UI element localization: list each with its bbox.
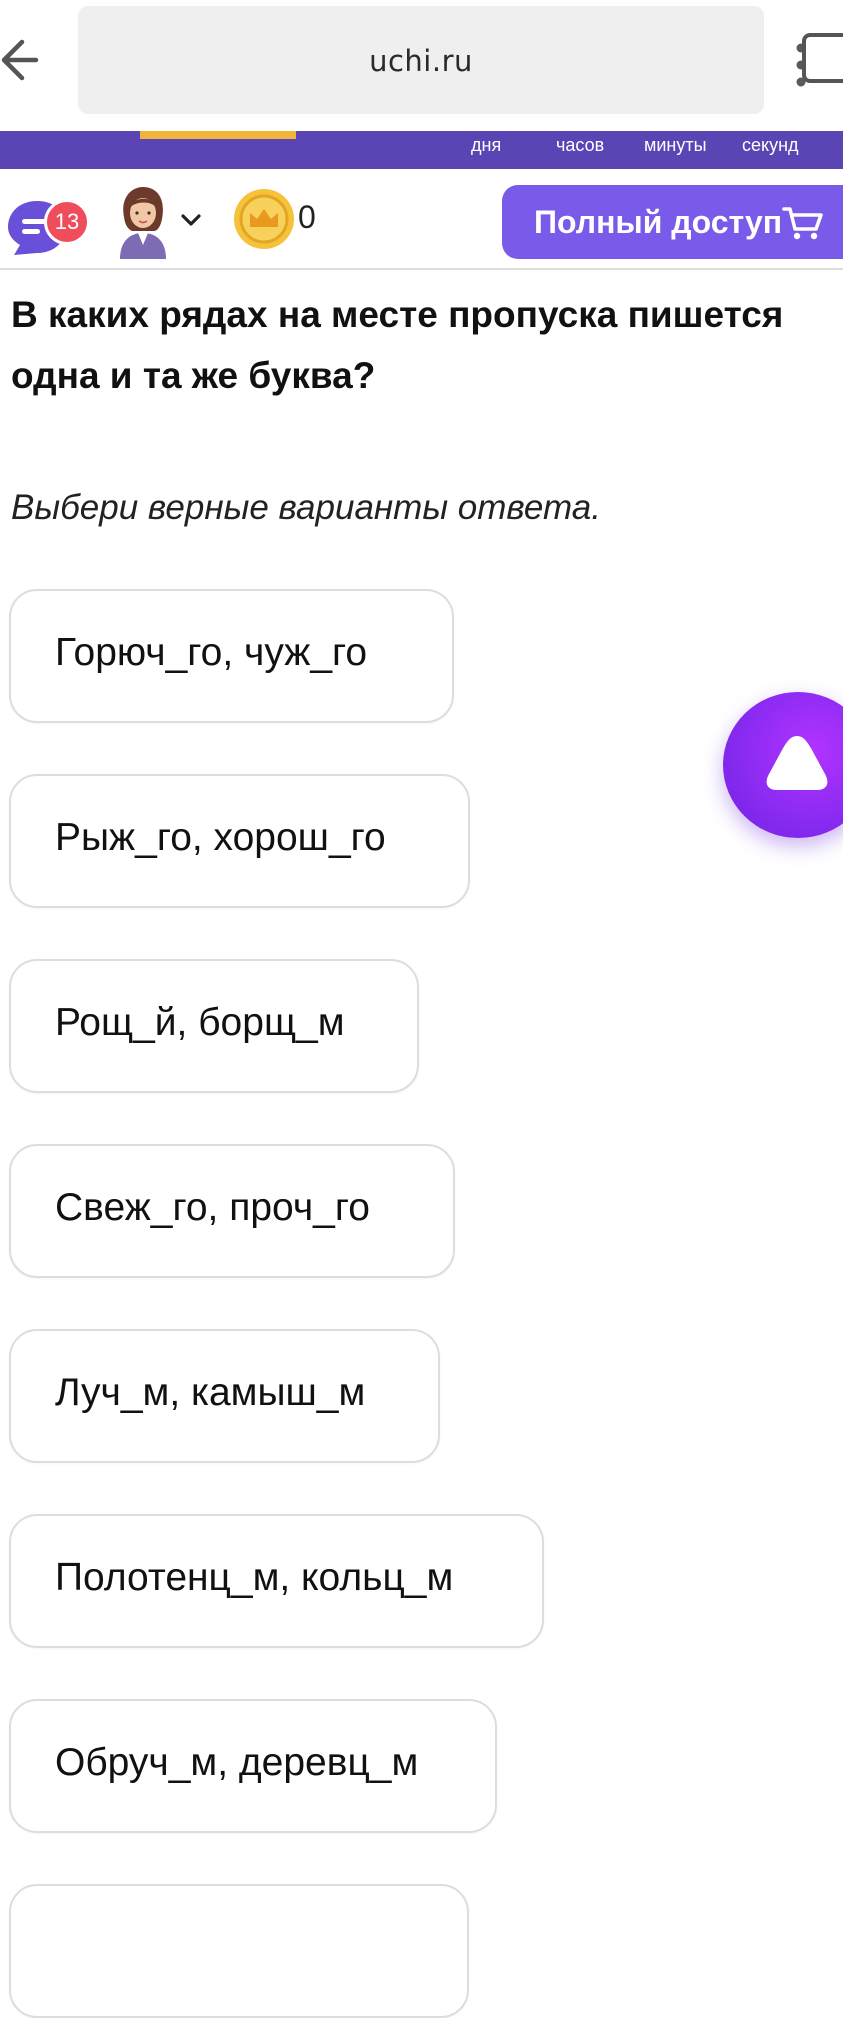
voice-assistant-button[interactable] (723, 692, 843, 838)
full-access-button[interactable]: Полный доступ (502, 185, 843, 259)
answer-option-6[interactable]: Полотенц_м, кольц_м (9, 1514, 544, 1648)
answer-option-5[interactable]: Луч_м, камыш_м (9, 1329, 440, 1463)
app-header: 13 0 Полный доступ (0, 169, 843, 270)
tab-switcher-button[interactable] (802, 33, 843, 83)
answer-option-3[interactable]: Рощ_й, борщ_м (9, 959, 419, 1093)
answer-option-text: Горюч_го, чуж_го (55, 631, 368, 674)
answer-option-8[interactable] (9, 1884, 469, 2018)
coin-count: 0 (298, 199, 316, 235)
crown-coin-icon (234, 189, 294, 249)
answer-option-text: Рощ_й, борщ_м (55, 1001, 345, 1044)
chevron-down-icon[interactable] (180, 213, 202, 227)
timer-hours-label: часов (556, 135, 605, 155)
address-bar[interactable]: uchi.ru (78, 6, 806, 114)
browser-bar: uchi.ru (0, 0, 843, 131)
full-access-label: Полный доступ (534, 204, 783, 240)
promo-tab-edge (140, 131, 296, 139)
answer-option-text: Свеж_го, проч_го (55, 1186, 370, 1229)
notification-badge: 13 (44, 199, 90, 245)
answer-option-text: Обруч_м, деревц_м (55, 1741, 419, 1784)
timer-days-label: дня (471, 135, 502, 155)
question-instruction: Выбери верные варианты ответа. (11, 488, 601, 527)
url-text: uchi.ru (369, 44, 473, 78)
alice-triangle-icon (766, 736, 828, 790)
avatar-icon[interactable] (110, 183, 176, 259)
answer-option-7[interactable]: Обруч_м, деревц_м (9, 1699, 497, 1833)
answer-option-1[interactable]: Горюч_го, чуж_го (9, 589, 454, 723)
promo-timer-strip: дня часов минуты секунд (0, 131, 843, 169)
back-arrow-icon[interactable] (0, 28, 40, 92)
timer-seconds-label: секунд (742, 135, 799, 155)
question-title: В каких рядах на месте пропуска пишется … (11, 294, 784, 396)
answer-option-2[interactable]: Рыж_го, хорош_го (9, 774, 470, 908)
answer-option-text: Луч_м, камыш_м (55, 1371, 366, 1414)
answer-option-text: Полотенц_м, кольц_м (55, 1556, 454, 1599)
chat-button[interactable]: 13 (4, 189, 90, 259)
shopping-cart-icon (782, 207, 823, 240)
timer-minutes-label: минуты (644, 135, 707, 155)
answer-option-text: Рыж_го, хорош_го (55, 816, 386, 859)
answer-option-4[interactable]: Свеж_го, проч_го (9, 1144, 455, 1278)
